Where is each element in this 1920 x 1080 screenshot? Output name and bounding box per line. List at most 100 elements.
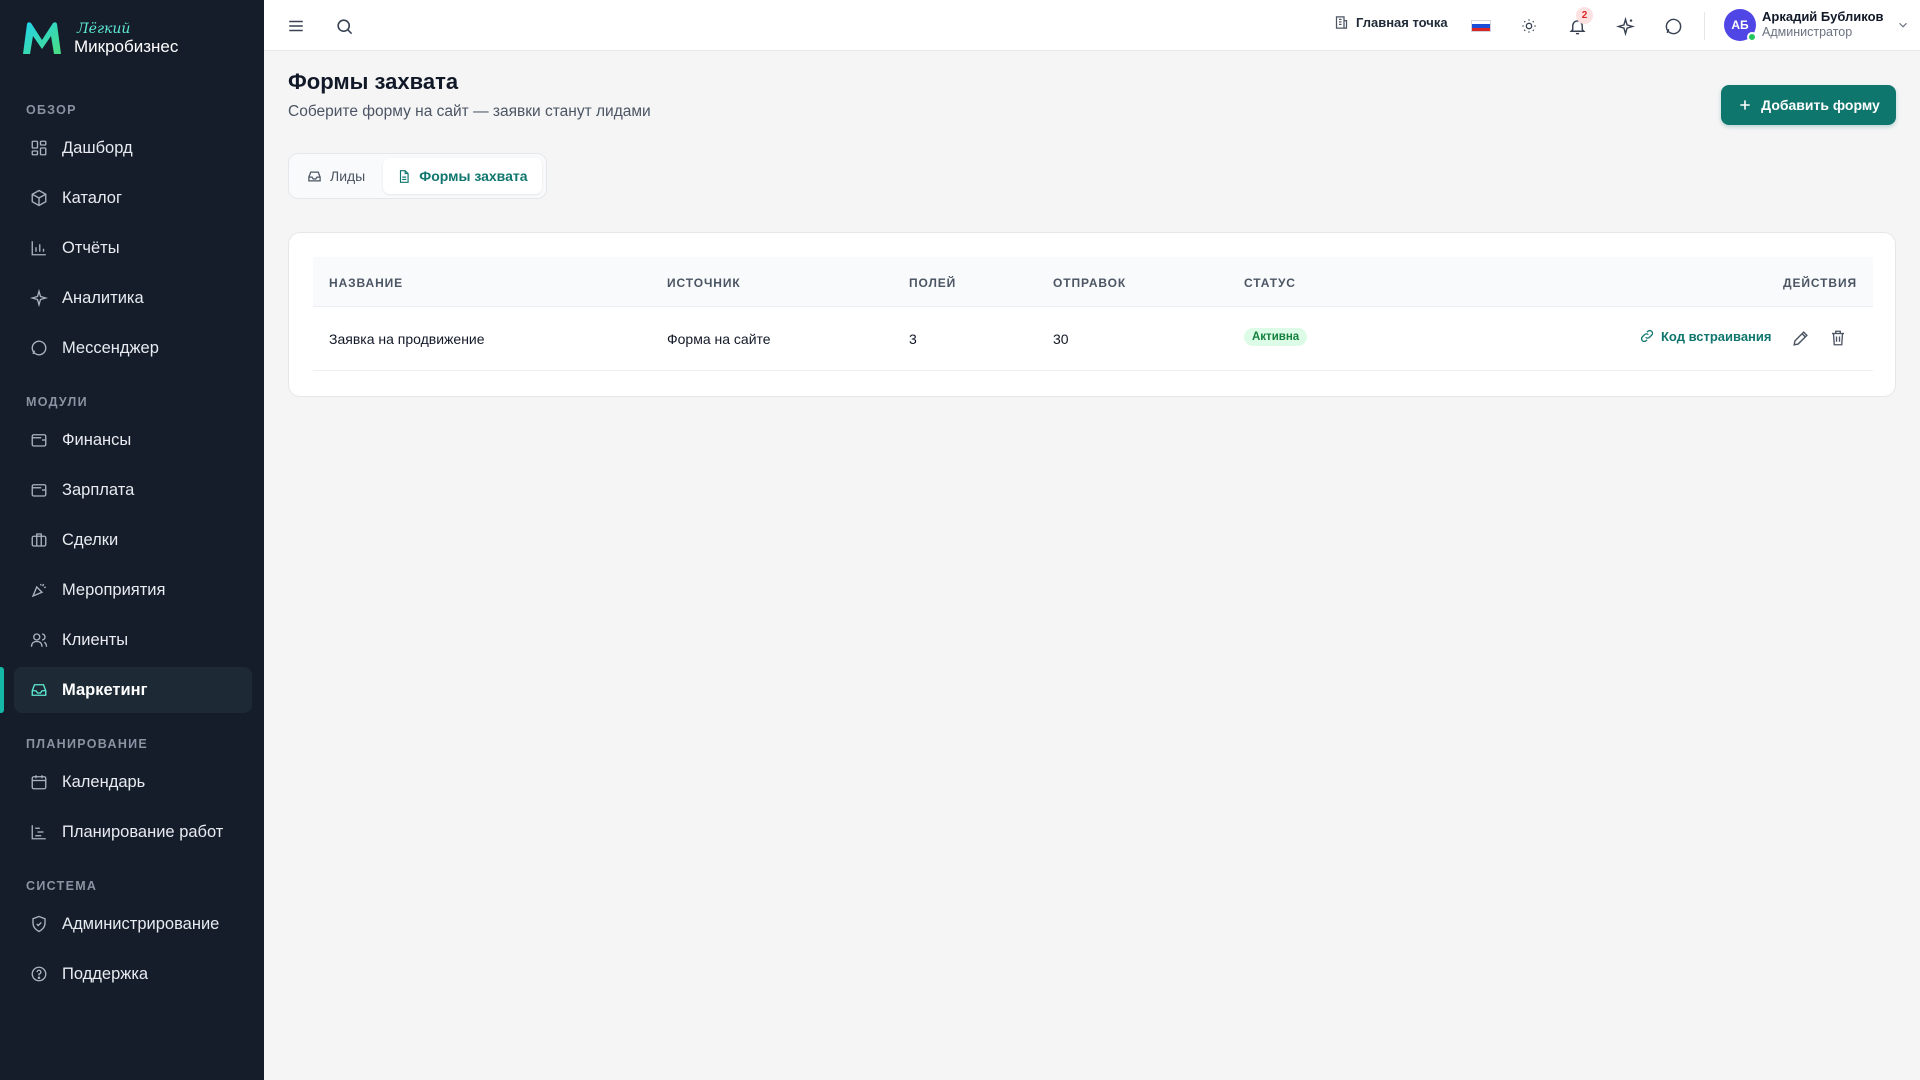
sidebar: Лёгкий Микробизнес ОБЗОР Дашборд Каталог… [0,0,264,1080]
inbox-icon [308,171,321,181]
link-icon [1640,329,1654,343]
trash-icon[interactable] [1827,327,1849,349]
shield-icon [28,913,50,935]
status-badge: Активна [1244,328,1308,346]
tab-label: Формы захвата [419,168,528,184]
menu-icon[interactable] [284,14,308,38]
nav-section-system: СИСТЕМА [26,879,98,893]
gantt-icon [28,821,50,843]
chevron-down-icon [1898,22,1907,28]
table-header: НАЗВАНИЕ ИСТОЧНИК ПОЛЕЙ ОТПРАВОК СТАТУС … [313,257,1873,307]
sidebar-item-label: Финансы [62,430,132,449]
sidebar-item-label: Календарь [62,772,146,791]
edit-pencil-icon[interactable] [1789,327,1811,349]
table-row: Заявка на продвижение Форма на сайте 3 3… [313,307,1873,371]
active-indicator [0,667,4,713]
sidebar-item-catalog[interactable]: Каталог [14,175,252,221]
language-flag-ru-icon[interactable] [1471,20,1491,32]
sidebar-item-support[interactable]: Поддержка [14,951,252,997]
building-icon [1335,16,1348,29]
catalog-icon [28,187,50,209]
sidebar-item-salary[interactable]: Зарплата [14,467,252,513]
sidebar-item-calendar[interactable]: Календарь [14,759,252,805]
sidebar-item-label: Поддержка [62,964,149,983]
column-header-status: СТАТУС [1244,276,1296,290]
sidebar-item-label: Клиенты [62,630,129,649]
sidebar-item-messenger[interactable]: Мессенджер [14,325,252,371]
inbox-icon [28,679,50,701]
header-divider [1704,12,1705,40]
column-header-name: НАЗВАНИЕ [329,276,404,290]
sidebar-item-label: Маркетинг [62,680,148,699]
column-header-source: ИСТОЧНИК [667,276,741,290]
wallet-icon [28,429,50,451]
sidebar-item-work-planning[interactable]: Планирование работ [14,809,252,855]
online-status-dot [1747,32,1757,42]
add-form-button[interactable]: Добавить форму [1721,85,1896,125]
topbar: Главная точка 2 АБ Аркадий Бубликов Адми… [264,0,1920,51]
avatar: АБ [1724,9,1757,42]
embed-code-label: Код встраивания [1661,328,1772,344]
user-role: Администратор [1762,25,1853,40]
sidebar-item-analytics[interactable]: Аналитика [14,275,252,321]
tab-leads[interactable]: Лиды [293,158,379,194]
user-menu[interactable]: АБ Аркадий Бубликов Администратор [1724,9,1910,42]
sidebar-item-label: Аналитика [62,288,144,307]
sidebar-item-reports[interactable]: Отчёты [14,225,252,271]
nav-section-overview: ОБЗОР [26,103,77,117]
form-fields-count: 3 [909,331,917,347]
tab-label: Лиды [330,168,366,184]
brand-tagline: Лёгкий [77,20,131,37]
tabs: Лиды Формы захвата [288,153,547,199]
notification-badge: 2 [1576,7,1593,24]
sidebar-item-administration[interactable]: Администрирование [14,901,252,947]
sidebar-item-label: Планирование работ [62,822,224,841]
form-source: Форма на сайте [667,331,771,347]
help-icon [28,963,50,985]
brand[interactable]: Лёгкий Микробизнес [20,18,178,58]
logo-icon [23,22,61,54]
sidebar-item-label: Мессенджер [62,338,159,357]
sidebar-item-label: Сделки [62,530,119,549]
form-submissions-count: 30 [1053,331,1069,347]
sidebar-item-deals[interactable]: Сделки [14,517,252,563]
form-name: Заявка на продвижение [329,331,485,347]
sidebar-item-marketing[interactable]: Маркетинг [14,667,252,713]
reports-icon [28,237,50,259]
chat-icon[interactable] [1661,14,1685,38]
user-name: Аркадий Бубликов [1762,9,1884,25]
sidebar-item-events[interactable]: Мероприятия [14,567,252,613]
embed-code-link[interactable]: Код встраивания [1639,328,1771,344]
sparkles-icon[interactable] [1613,14,1637,38]
theme-sun-icon[interactable] [1517,14,1541,38]
sidebar-item-label: Зарплата [62,480,135,499]
column-header-submissions: ОТПРАВОК [1053,276,1127,290]
wallet-icon [28,479,50,501]
nav-section-modules: МОДУЛИ [26,395,88,409]
sidebar-item-label: Отчёты [62,238,120,257]
page-title: Формы захвата [288,69,459,94]
add-form-label: Добавить форму [1761,97,1880,113]
document-icon [400,169,409,183]
search-icon[interactable] [332,14,356,38]
forms-table-card: НАЗВАНИЕ ИСТОЧНИК ПОЛЕЙ ОТПРАВОК СТАТУС … [288,232,1896,397]
column-header-actions: ДЕЙСТВИЯ [1783,276,1857,290]
plus-icon [1740,100,1750,110]
avatar-initials: АБ [1731,18,1749,32]
tab-capture-forms[interactable]: Формы захвата [383,158,542,194]
chat-icon [28,337,50,359]
column-header-fields: ПОЛЕЙ [909,276,957,290]
calendar-icon [28,771,50,793]
location-selector[interactable]: Главная точка [1334,15,1448,30]
sidebar-item-dashboard[interactable]: Дашборд [14,125,252,171]
sidebar-item-label: Дашборд [62,138,133,157]
nav-section-planning: ПЛАНИРОВАНИЕ [26,737,149,751]
page-subtitle: Соберите форму на сайт — заявки станут л… [288,103,651,120]
users-icon [28,629,50,651]
sidebar-item-finance[interactable]: Финансы [14,417,252,463]
briefcase-icon [28,529,50,551]
sidebar-item-clients[interactable]: Клиенты [14,617,252,663]
sidebar-item-label: Мероприятия [62,580,166,599]
location-label: Главная точка [1356,15,1448,30]
sparkles-icon [28,287,50,309]
